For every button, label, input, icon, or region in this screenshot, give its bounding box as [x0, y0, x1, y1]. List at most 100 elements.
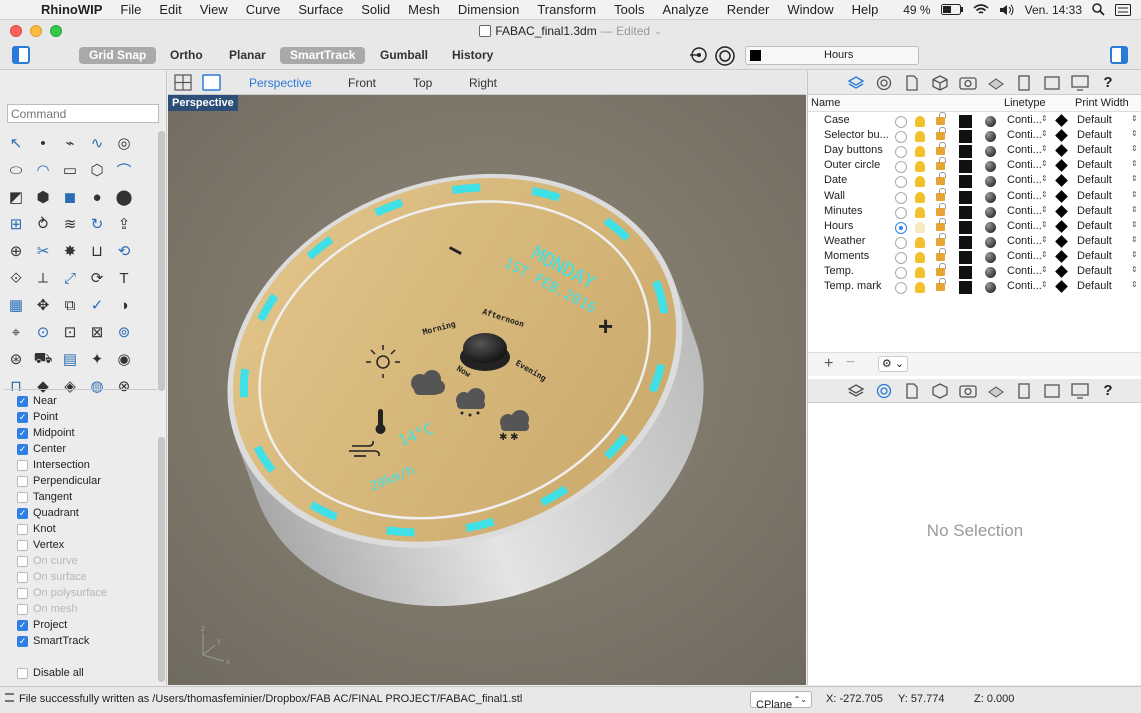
osnap-on-surface[interactable]: On surface	[17, 569, 157, 585]
chevron-updown-icon[interactable]: ⇕	[1041, 205, 1048, 214]
checkbox[interactable]	[17, 475, 28, 487]
layers-tab-icon[interactable]	[846, 382, 866, 400]
current-layer-radio[interactable]	[895, 282, 907, 295]
current-layer-radio[interactable]	[895, 146, 907, 159]
box-icon[interactable]: ◼	[58, 185, 82, 209]
menu-file[interactable]: File	[111, 2, 150, 17]
menu-render[interactable]: Render	[718, 2, 779, 17]
tab-top[interactable]: Top	[413, 76, 432, 90]
layer-linetype[interactable]: Conti...	[1007, 280, 1042, 292]
scale-icon[interactable]: ⤢	[58, 266, 82, 290]
layer-color-swatch[interactable]	[959, 145, 972, 159]
lightbulb-icon[interactable]	[915, 116, 925, 127]
gumball-toggle[interactable]: Gumball	[370, 47, 438, 64]
chevron-down-icon[interactable]: ⌄	[654, 26, 662, 37]
edited-label[interactable]: — Edited	[601, 24, 650, 38]
lightbulb-icon[interactable]	[915, 251, 925, 263]
material-icon[interactable]	[985, 116, 996, 127]
zoom-window-icon[interactable]: ⊡	[58, 320, 82, 344]
layer-printwidth[interactable]: Default	[1077, 144, 1112, 156]
layer-row[interactable]: Wall Conti... ⇕ Default ⇕	[808, 187, 1141, 205]
osnap-tangent[interactable]: Tangent	[17, 489, 157, 505]
lock-icon[interactable]	[936, 112, 946, 125]
osnap-center[interactable]: ✓ Center	[17, 441, 157, 457]
lock-icon[interactable]	[936, 172, 946, 186]
layer-name[interactable]: Minutes	[824, 205, 863, 217]
col-printwidth[interactable]: Print Width	[1075, 97, 1129, 109]
layer-name[interactable]: Temp. mark	[824, 280, 881, 292]
checkbox[interactable]	[17, 667, 28, 679]
offset-icon[interactable]: ⟲	[112, 239, 136, 263]
layer-printwidth[interactable]: Default	[1077, 205, 1112, 217]
layer-row[interactable]: Case Conti... ⇕ Default ⇕	[808, 112, 1141, 129]
print-color-icon[interactable]	[1055, 250, 1068, 263]
layer-row[interactable]: Temp. Conti... ⇕ Default ⇕	[808, 263, 1141, 280]
material-icon[interactable]	[985, 221, 996, 233]
checkbox[interactable]: ✓	[17, 427, 28, 439]
lock-icon[interactable]	[936, 127, 946, 141]
current-layer-radio[interactable]	[895, 206, 907, 219]
tab-perspective[interactable]: Perspective	[249, 76, 312, 90]
osnap-smarttrack[interactable]: ✓ SmartTrack	[17, 633, 157, 649]
layer-row[interactable]: Outer circle Conti... ⇕ Default ⇕	[808, 157, 1141, 174]
menu-curve[interactable]: Curve	[237, 2, 290, 17]
remove-layer-button[interactable]: −	[846, 354, 855, 372]
chevron-updown-icon[interactable]: ⇕	[1131, 114, 1138, 123]
menu-window[interactable]: Window	[778, 2, 842, 17]
layer-printwidth[interactable]: Default	[1077, 235, 1112, 247]
menu-solid[interactable]: Solid	[352, 2, 399, 17]
osnap-project[interactable]: ✓ Project	[17, 617, 157, 633]
menu-view[interactable]: View	[191, 2, 237, 17]
menu-tools[interactable]: Tools	[605, 2, 653, 17]
osnap-scrollbar[interactable]	[158, 437, 165, 682]
zoom-icon[interactable]: ⊙	[31, 320, 55, 344]
layer-name[interactable]: Day buttons	[824, 144, 883, 156]
display-tab-icon[interactable]	[1042, 382, 1062, 400]
chevron-updown-icon[interactable]: ⇕	[1041, 280, 1048, 289]
cplane-icon[interactable]: ⊞	[4, 212, 28, 236]
chevron-updown-icon[interactable]: ⇕	[1041, 190, 1048, 199]
cylinder-icon[interactable]: ⬤	[112, 185, 136, 209]
clock[interactable]: Ven. 14:33	[1025, 3, 1082, 17]
layer-name[interactable]: Outer circle	[824, 159, 880, 171]
checkbox[interactable]	[17, 523, 28, 535]
tool-palette-scrollbar[interactable]	[158, 131, 165, 391]
layer-linetype[interactable]: Conti...	[1007, 205, 1042, 217]
camera-tab-icon[interactable]	[958, 382, 978, 400]
polyline-icon[interactable]: ⌁	[58, 131, 82, 155]
layer-printwidth[interactable]: Default	[1077, 159, 1112, 171]
layer-row[interactable]: Hours Conti... ⇕ Default ⇕	[808, 217, 1141, 235]
object-tab-icon[interactable]	[930, 74, 950, 92]
chevron-updown-icon[interactable]: ⇕	[1131, 250, 1138, 259]
grid-snap-toggle[interactable]: Grid Snap	[79, 47, 157, 64]
chevron-updown-icon[interactable]: ⇕	[1041, 144, 1048, 153]
checkbox[interactable]: ✓	[17, 411, 28, 423]
lightbulb-icon[interactable]	[915, 267, 925, 278]
current-layer-radio[interactable]	[895, 161, 907, 174]
checkbox[interactable]	[17, 491, 28, 503]
render-tab-icon[interactable]	[986, 74, 1006, 92]
properties-tab-icon[interactable]	[874, 382, 894, 400]
chevron-updown-icon[interactable]: ⇕	[1131, 265, 1138, 274]
fillet-icon[interactable]: ⌒	[112, 158, 136, 182]
layer-linetype[interactable]: Conti...	[1007, 235, 1042, 247]
osnap-midpoint[interactable]: ✓ Midpoint	[17, 425, 157, 441]
select-icon[interactable]: ↖	[4, 131, 28, 155]
layer-printwidth[interactable]: Default	[1077, 129, 1112, 141]
chevron-updown-icon[interactable]: ⇕	[1041, 174, 1048, 183]
layer-linetype[interactable]: Conti...	[1007, 220, 1042, 232]
layer-name[interactable]: Selector bu...	[824, 129, 889, 141]
lock-icon[interactable]	[936, 202, 946, 216]
copy-icon[interactable]: ⧉	[58, 293, 82, 317]
text-icon[interactable]: T	[112, 266, 136, 290]
display-tab-icon[interactable]	[1042, 74, 1062, 92]
tab-front[interactable]: Front	[348, 76, 376, 90]
checkbox[interactable]: ✓	[17, 619, 28, 631]
layer-printwidth[interactable]: Default	[1077, 250, 1112, 262]
lock-icon[interactable]	[936, 232, 946, 246]
menu-dimension[interactable]: Dimension	[449, 2, 528, 17]
print-color-icon[interactable]	[1055, 144, 1068, 158]
chevron-updown-icon[interactable]: ⇕	[1131, 220, 1138, 229]
history-toggle[interactable]: History	[442, 47, 503, 64]
menu-edit[interactable]: Edit	[150, 2, 190, 17]
